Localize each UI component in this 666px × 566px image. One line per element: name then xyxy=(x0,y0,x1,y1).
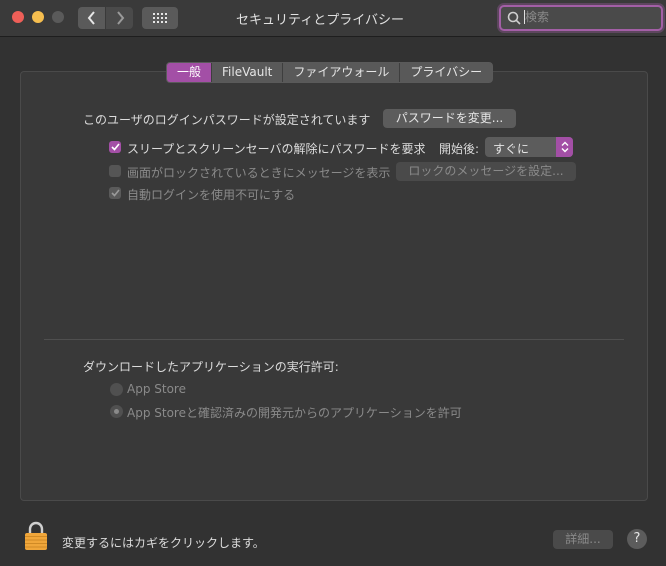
lock-message-label: 画面がロックされているときにメッセージを表示 xyxy=(127,166,391,180)
advanced-button[interactable]: 詳細... xyxy=(553,530,613,549)
lock-button[interactable] xyxy=(24,521,48,551)
password-set-text: このユーザのログインパスワードが設定されています xyxy=(83,113,371,127)
divider xyxy=(44,339,624,340)
updown-arrows-icon xyxy=(556,137,573,157)
set-lock-message-button[interactable]: ロックのメッセージを設定... xyxy=(396,162,576,181)
checkmark-icon xyxy=(110,143,120,151)
title-bar: セキュリティとプライバシー xyxy=(0,0,666,37)
lock-message-checkbox[interactable] xyxy=(109,165,121,177)
radio-app-store[interactable] xyxy=(110,383,123,396)
minimize-button[interactable] xyxy=(32,11,44,23)
require-password-checkbox[interactable] xyxy=(109,141,121,153)
tab-privacy[interactable]: プライバシー xyxy=(400,63,492,82)
require-password-label: スリープとスクリーンセーバの解除にパスワードを要求 xyxy=(127,142,426,156)
show-all-button[interactable] xyxy=(142,7,178,29)
content-panel xyxy=(20,71,648,501)
tab-filevault[interactable]: FileVault xyxy=(212,63,284,82)
window-title: セキュリティとプライバシー xyxy=(236,13,404,28)
tab-firewall[interactable]: ファイアウォール xyxy=(283,63,401,82)
downloads-heading: ダウンロードしたアプリケーションの実行許可: xyxy=(83,360,339,374)
require-password-delay-popup[interactable]: すぐに xyxy=(485,137,573,157)
popup-value: すぐに xyxy=(493,142,530,156)
chevron-right-icon xyxy=(116,11,124,25)
back-button[interactable] xyxy=(78,7,105,29)
close-button[interactable] xyxy=(12,11,24,23)
search-icon xyxy=(507,11,521,25)
after-label: 開始後: xyxy=(439,142,480,156)
forward-button[interactable] xyxy=(106,7,133,29)
checkmark-icon xyxy=(110,189,120,197)
disable-autologin-checkbox[interactable] xyxy=(109,187,121,199)
radio-app-store-identified[interactable] xyxy=(110,405,123,418)
help-button[interactable]: ? xyxy=(627,529,647,549)
grid-icon xyxy=(153,13,167,23)
radio-app-store-identified-label: App Storeと確認済みの開発元からのアプリケーションを許可 xyxy=(127,406,462,420)
change-password-button[interactable]: パスワードを変更... xyxy=(383,109,516,128)
tab-bar: 一般 FileVault ファイアウォール プライバシー xyxy=(166,62,494,83)
lock-icon xyxy=(25,521,47,550)
chevron-left-icon xyxy=(87,11,95,25)
search-field[interactable] xyxy=(499,5,663,31)
radio-app-store-label: App Store xyxy=(127,382,186,396)
zoom-button[interactable] xyxy=(52,11,64,23)
lock-text: 変更するにはカギをクリックします。 xyxy=(62,536,265,550)
disable-autologin-label: 自動ログインを使用不可にする xyxy=(127,188,296,202)
tab-general[interactable]: 一般 xyxy=(167,63,213,82)
search-input[interactable] xyxy=(525,8,653,26)
